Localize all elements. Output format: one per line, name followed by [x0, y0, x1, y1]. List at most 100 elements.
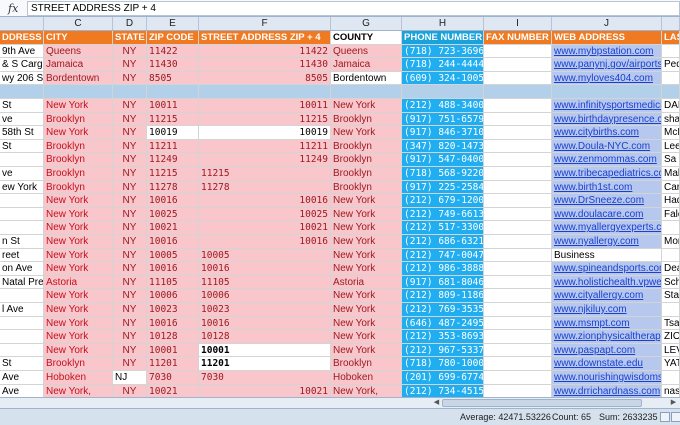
cell-zip[interactable]: 10021: [147, 221, 199, 235]
cell-last[interactable]: McK: [662, 126, 680, 140]
cell-city[interactable]: New York: [44, 248, 113, 263]
cell-zip[interactable]: 11249: [147, 153, 199, 167]
cell-address[interactable]: 58th St: [0, 126, 44, 140]
cell-city[interactable]: Brooklyn: [44, 139, 113, 154]
cell-fax[interactable]: [484, 248, 552, 263]
cell-fax[interactable]: [484, 316, 552, 331]
cell-last[interactable]: LEV: [662, 343, 680, 358]
cell-phone[interactable]: (212) 809-1186: [402, 289, 484, 303]
header-fax[interactable]: FAX NUMBER: [484, 31, 552, 45]
cell-zip4[interactable]: 10019: [199, 126, 331, 140]
cell-web[interactable]: Business: [552, 248, 662, 263]
cell-phone[interactable]: (212) 686-6321: [402, 235, 484, 249]
cell-last[interactable]: [662, 44, 680, 59]
cell-zip[interactable]: 11215: [147, 112, 199, 127]
cell-city[interactable]: Bordentown: [44, 71, 113, 86]
cell-zip4[interactable]: 10011: [199, 99, 331, 113]
scrollbar-thumb[interactable]: [442, 399, 642, 407]
cell-zip4[interactable]: 10023: [199, 303, 331, 317]
cell-zip[interactable]: 10016: [147, 316, 199, 331]
cell-zip[interactable]: 10016: [147, 262, 199, 276]
cell-address[interactable]: Natal Prep: [0, 275, 44, 290]
column-header-d[interactable]: D: [113, 17, 147, 30]
normal-view-icon[interactable]: [660, 412, 670, 422]
cell-fax[interactable]: [484, 289, 552, 303]
cell-web[interactable]: www.downstate.edu: [552, 357, 662, 371]
cell-fax[interactable]: [484, 207, 552, 222]
cell-last[interactable]: Mor: [662, 235, 680, 249]
cell-county[interactable]: Brooklyn: [331, 180, 402, 195]
cell-phone[interactable]: (201) 699-6774: [402, 371, 484, 385]
cell-phone[interactable]: (718) 780-1000: [402, 357, 484, 371]
cell-address[interactable]: [0, 207, 44, 222]
cell-city[interactable]: New York: [44, 235, 113, 249]
cell-zip[interactable]: 10019: [147, 126, 199, 140]
cell-city[interactable]: New York,: [44, 384, 113, 397]
cell-last[interactable]: Sta: [662, 289, 680, 303]
cell-fax[interactable]: [484, 71, 552, 86]
cell-fax[interactable]: [484, 221, 552, 235]
cell-address[interactable]: [0, 221, 44, 235]
cell-fax[interactable]: [484, 126, 552, 140]
cell-web[interactable]: www.birthdaypresence.co: [552, 112, 662, 127]
cell-zip4[interactable]: [199, 85, 331, 99]
cell-city[interactable]: New York: [44, 303, 113, 317]
cell-address[interactable]: St: [0, 99, 44, 113]
cell-address[interactable]: St: [0, 357, 44, 371]
cell-city[interactable]: New York: [44, 289, 113, 303]
header-zip4[interactable]: STREET ADDRESS ZIP + 4: [199, 31, 331, 45]
cell-zip[interactable]: 10006: [147, 289, 199, 303]
cell-fax[interactable]: [484, 303, 552, 317]
cell-zip4[interactable]: 11215: [199, 112, 331, 127]
cell-zip4[interactable]: 10016: [199, 262, 331, 276]
cell-phone[interactable]: (212) 353-8693: [402, 330, 484, 344]
cell-last[interactable]: Falc: [662, 207, 680, 222]
column-header-h[interactable]: H: [402, 17, 484, 30]
cell-address[interactable]: l Ave: [0, 303, 44, 317]
cell-web[interactable]: www.doulacare.com: [552, 207, 662, 222]
cell-state[interactable]: NY: [113, 126, 147, 140]
cell-phone[interactable]: (646) 487-2495: [402, 316, 484, 331]
cell-county[interactable]: New York: [331, 289, 402, 303]
cell-web[interactable]: www.birth1st.com: [552, 180, 662, 195]
cell-fax[interactable]: [484, 58, 552, 72]
cell-city[interactable]: Brooklyn: [44, 153, 113, 167]
header-last[interactable]: LAS: [662, 31, 680, 45]
cell-last[interactable]: Dea: [662, 262, 680, 276]
cell-fax[interactable]: [484, 235, 552, 249]
cell-zip4[interactable]: 10128: [199, 330, 331, 344]
cell-city[interactable]: New York: [44, 262, 113, 276]
cell-city[interactable]: Jamaica: [44, 58, 113, 72]
cell-zip[interactable]: 11278: [147, 180, 199, 195]
cell-address[interactable]: [0, 330, 44, 344]
cell-county[interactable]: New York: [331, 303, 402, 317]
cell-last[interactable]: [662, 71, 680, 86]
cell-web[interactable]: www.drrichardnass.com: [552, 384, 662, 397]
cell-fax[interactable]: [484, 180, 552, 195]
cell-web[interactable]: www.tribecapediatrics.co: [552, 167, 662, 181]
cell-city[interactable]: Brooklyn: [44, 112, 113, 127]
cell-state[interactable]: NJ: [113, 371, 147, 385]
cell-zip[interactable]: [147, 85, 199, 99]
cell-county[interactable]: New York: [331, 262, 402, 276]
cell-city[interactable]: Brooklyn: [44, 180, 113, 195]
cell-zip[interactable]: 10128: [147, 330, 199, 344]
cell-zip4[interactable]: 10021: [199, 221, 331, 235]
cell-last[interactable]: Sa: [662, 153, 680, 167]
cell-city[interactable]: Astoria: [44, 275, 113, 290]
cell-state[interactable]: NY: [113, 303, 147, 317]
cell-state[interactable]: NY: [113, 207, 147, 222]
cell-last[interactable]: DAN: [662, 99, 680, 113]
cell-county[interactable]: Astoria: [331, 275, 402, 290]
cell-county[interactable]: Brooklyn: [331, 167, 402, 181]
cell-fax[interactable]: [484, 139, 552, 154]
cell-county[interactable]: New York: [331, 221, 402, 235]
cell-zip4[interactable]: 10001: [199, 343, 331, 358]
cell-web[interactable]: www.cityallergy.com: [552, 289, 662, 303]
cell-address[interactable]: reet: [0, 248, 44, 263]
column-header-b[interactable]: [0, 17, 44, 30]
cell-zip[interactable]: 11430: [147, 58, 199, 72]
cell-last[interactable]: YAT: [662, 357, 680, 371]
cell-zip4[interactable]: 11249: [199, 153, 331, 167]
cell-web[interactable]: www.spineandsports.com: [552, 262, 662, 276]
